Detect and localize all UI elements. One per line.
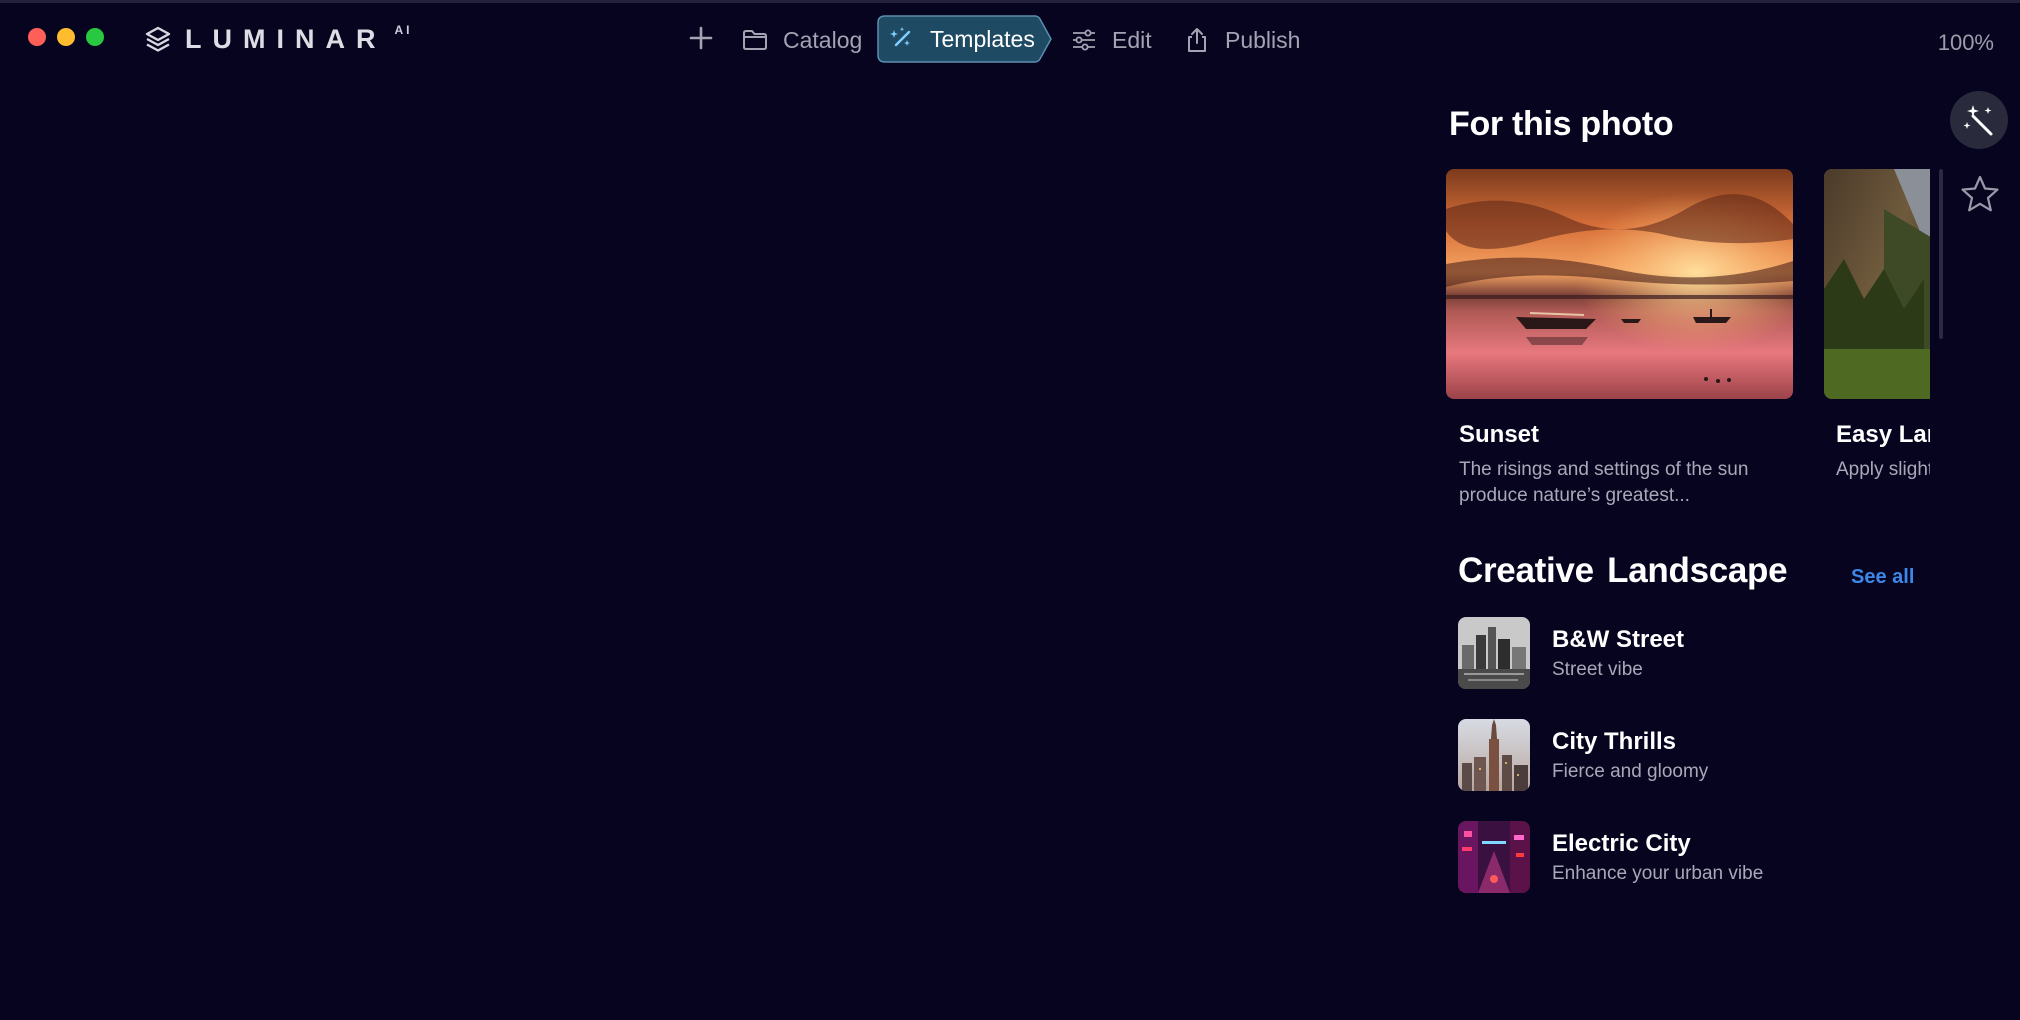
list-item-city-thrills[interactable]: City Thrills Fierce and gloomy — [1458, 719, 1938, 821]
see-all-link[interactable]: See all — [1851, 566, 1914, 589]
list-item-title: B&W Street — [1552, 626, 1685, 653]
star-icon[interactable] — [1960, 174, 2000, 214]
tab-templates-label: Templates — [930, 25, 1035, 52]
list-item-title: City Thrills — [1552, 728, 1677, 755]
window-controls — [28, 28, 104, 46]
templates-rail-button[interactable] — [1950, 91, 2008, 149]
template-card-sunset[interactable]: Sunset The risings and settings of the s… — [1446, 169, 1793, 509]
zoom-level[interactable]: 100% — [1938, 30, 1994, 56]
magic-wand-icon — [890, 27, 911, 47]
creative-landscape-title: Creative Landscape — [1458, 551, 1788, 590]
sliders-icon — [1073, 29, 1095, 51]
landscape-thumbnail — [1824, 169, 1930, 399]
template-card-title: Sunset — [1459, 421, 1540, 448]
magic-wand-icon — [1963, 105, 1993, 136]
close-window-button[interactable] — [28, 28, 46, 46]
plus-icon[interactable] — [686, 23, 716, 53]
sunset-thumbnail — [1446, 169, 1793, 399]
bw-street-thumbnail — [1458, 617, 1530, 689]
template-card-description: Apply slight light and b — [1836, 459, 1930, 480]
city-thrills-thumbnail — [1458, 719, 1530, 791]
brand-name: LUMINAR — [185, 24, 387, 54]
landscape-image — [1824, 169, 1930, 399]
tab-edit[interactable]: Edit — [1070, 15, 1152, 65]
for-this-photo-title: For this photo — [1449, 105, 1674, 143]
electric-city-thumbnail — [1458, 821, 1530, 893]
maximize-window-button[interactable] — [86, 28, 104, 46]
template-card-description: The risings and settings of the sun prod… — [1459, 459, 1749, 506]
list-item-subtitle: Fierce and gloomy — [1552, 761, 1709, 782]
template-card-easy-landscapes[interactable]: Easy Landscapes Apply slight light and b — [1824, 169, 1930, 483]
carousel-scrollbar[interactable] — [1939, 169, 1943, 339]
list-item-title: Electric City — [1552, 830, 1691, 857]
template-card-title: Easy Landscapes — [1836, 421, 1930, 448]
list-item-electric-city[interactable]: Electric City Enhance your urban vibe — [1458, 821, 1938, 923]
tab-templates[interactable]: Templates — [877, 15, 1053, 63]
list-item-bw-street[interactable]: B&W Street Street vibe — [1458, 617, 1938, 719]
brand-suffix: AI — [394, 22, 413, 37]
sunset-image — [1446, 169, 1793, 399]
tab-catalog[interactable]: Catalog — [741, 15, 862, 65]
template-list: B&W Street Street vibe City Thrills Fier… — [1458, 617, 1938, 923]
list-item-subtitle: Street vibe — [1552, 659, 1643, 680]
share-icon — [1188, 28, 1206, 52]
layers-logo-icon — [145, 26, 171, 52]
folder-icon — [743, 30, 767, 50]
app-brand: LUMINAR AI — [145, 22, 418, 55]
luminar-window: LUMINAR AI Catalog Templates Edit Publis… — [0, 0, 2020, 1020]
tab-publish-label: Publish — [1225, 26, 1301, 53]
minimize-window-button[interactable] — [57, 28, 75, 46]
tab-edit-label: Edit — [1112, 26, 1152, 53]
template-carousel: Sunset The risings and settings of the s… — [1446, 169, 1930, 509]
tab-catalog-label: Catalog — [783, 26, 863, 53]
list-item-subtitle: Enhance your urban vibe — [1552, 863, 1764, 884]
tab-publish[interactable]: Publish — [1183, 15, 1300, 65]
